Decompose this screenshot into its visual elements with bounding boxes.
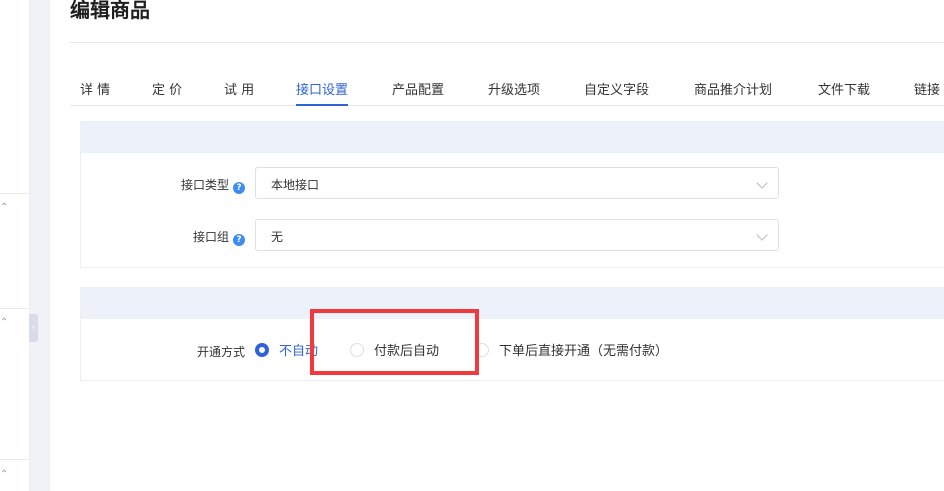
highlight-annotation-box <box>310 309 479 375</box>
panel-header <box>81 288 944 319</box>
layout-gutter <box>30 0 50 491</box>
sidebar: ⌃ ⌃ ⌃ <box>0 0 30 491</box>
tab-upgrade-options[interactable]: 升级选项 <box>488 79 540 106</box>
tab-file-downloads[interactable]: 文件下载 <box>818 79 870 106</box>
tab-pricing[interactable]: 定 价 <box>152 79 182 106</box>
radio-open-on-order[interactable]: 下单后直接开通（无需付款） <box>475 340 668 359</box>
interface-settings-panel: 接口类型? 本地接口 接口组? 无 <box>80 121 944 268</box>
chevron-down-icon <box>756 229 768 241</box>
activation-panel: 开通方式 不自动 付款后自动 下单后直接开通（无需付款） <box>80 287 944 381</box>
sidebar-divider <box>0 308 30 309</box>
title-divider <box>70 42 944 43</box>
tab-affiliate-plan[interactable]: 商品推介计划 <box>694 79 772 106</box>
chevron-up-icon[interactable]: ⌃ <box>0 470 10 480</box>
interface-group-row: 接口组? 无 <box>81 219 944 251</box>
panel-header <box>81 122 944 153</box>
interface-group-label-text: 接口组 <box>192 230 229 244</box>
tab-bar: 详 情 定 价 试 用 接口设置 产品配置 升级选项 自定义字段 商品推介计划 … <box>70 70 944 106</box>
interface-type-label-text: 接口类型 <box>180 178 229 192</box>
activation-method-label: 开通方式 <box>196 345 245 359</box>
tab-links[interactable]: 链接 <box>914 79 940 106</box>
interface-type-row: 接口类型? 本地接口 <box>81 167 944 199</box>
interface-group-label: 接口组? <box>193 228 245 246</box>
sidebar-divider <box>0 459 30 460</box>
interface-type-label: 接口类型? <box>181 176 245 194</box>
tab-interface-settings[interactable]: 接口设置 <box>296 79 349 106</box>
tab-trial[interactable]: 试 用 <box>224 79 254 106</box>
radio-checked-icon <box>255 343 269 357</box>
chevron-up-icon[interactable]: ⌃ <box>0 318 10 328</box>
interface-type-value: 本地接口 <box>271 178 320 192</box>
activation-method-row: 开通方式 不自动 付款后自动 下单后直接开通（无需付款） <box>81 334 944 366</box>
tab-product-config[interactable]: 产品配置 <box>392 79 444 106</box>
radio-no-auto[interactable]: 不自动 <box>255 340 318 359</box>
interface-group-value: 无 <box>271 230 284 244</box>
radio-open-on-order-label: 下单后直接开通（无需付款） <box>499 344 669 359</box>
interface-type-select[interactable]: 本地接口 <box>255 167 779 199</box>
sidebar-divider <box>0 193 30 194</box>
question-circle-icon[interactable]: ? <box>233 234 245 246</box>
question-circle-icon[interactable]: ? <box>233 182 245 194</box>
collapse-sidebar-handle[interactable]: ‹ <box>29 314 38 342</box>
tab-details[interactable]: 详 情 <box>80 79 110 106</box>
tab-custom-fields[interactable]: 自定义字段 <box>584 79 649 106</box>
chevron-down-icon <box>756 177 768 189</box>
main-content: 编辑商品 详 情 定 价 试 用 接口设置 产品配置 升级选项 自定义字段 商品… <box>50 0 944 491</box>
interface-group-select[interactable]: 无 <box>255 219 779 251</box>
chevron-up-icon[interactable]: ⌃ <box>0 203 10 213</box>
page-title: 编辑商品 <box>70 0 150 22</box>
